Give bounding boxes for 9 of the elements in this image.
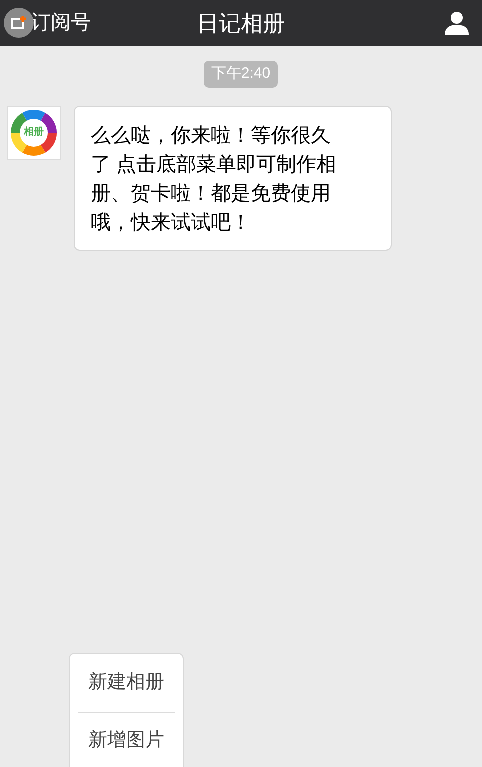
menu-item[interactable]: 新建相册 — [78, 654, 175, 712]
menu-item[interactable]: 新增图片 — [78, 712, 175, 767]
profile-icon[interactable] — [444, 11, 470, 35]
message-text: 么么哒，你来啦！等你很久 了 点击底部菜单即可制作相 册、贺卡啦！都是免费使用 哦，快来试试吧！ — [91, 124, 338, 236]
avatar-logo-text: 相册 — [24, 126, 44, 140]
page-title: 日记相册 — [197, 10, 285, 38]
timestamp: 下午2:40 — [204, 61, 278, 88]
back-link[interactable]: 订阅号 — [31, 8, 91, 38]
floating-add-icon[interactable] — [4, 8, 34, 38]
